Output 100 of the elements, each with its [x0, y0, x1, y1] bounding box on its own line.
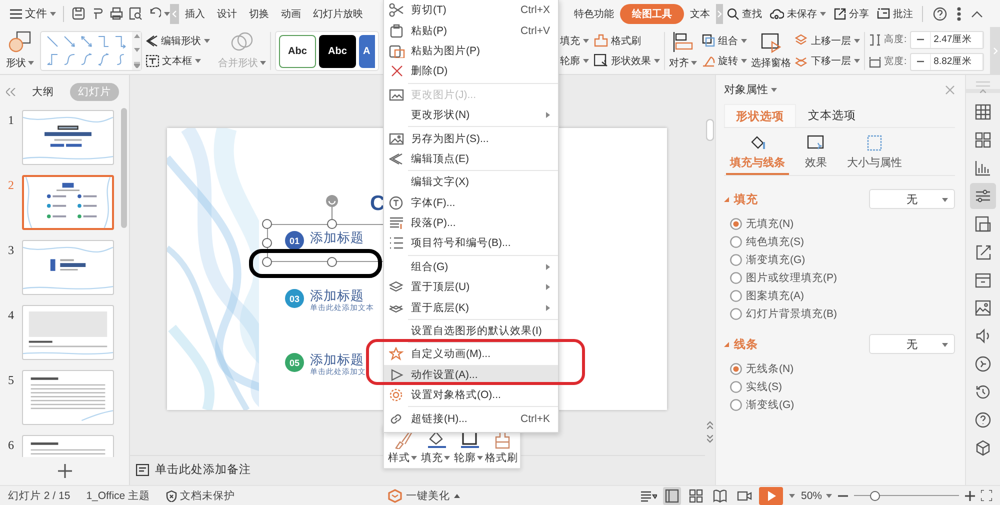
format-painter-button[interactable]: 格式刷 — [594, 34, 660, 48]
zoom-in-icon[interactable] — [965, 490, 975, 500]
radio-option[interactable]: 渐变填充(G) — [730, 253, 955, 267]
height-field[interactable]: 2.47厘米 — [910, 30, 984, 48]
radio-icon[interactable] — [730, 363, 742, 375]
panel-tab[interactable]: 大纲 — [24, 82, 62, 100]
file-menu-button[interactable]: 文件 — [8, 6, 58, 21]
share-button[interactable]: 分享 — [830, 6, 873, 20]
menu-item[interactable]: 置于顶层(U) — [384, 277, 558, 298]
menu-item[interactable]: 段落(P)... — [384, 212, 558, 234]
menu-item[interactable]: 编辑顶点(E) — [384, 148, 558, 170]
fill-button[interactable]: 填充 — [560, 34, 589, 48]
reading-view-icon[interactable] — [710, 486, 729, 504]
shape-effect-button[interactable]: 形状效果 — [594, 54, 660, 68]
radio-option[interactable]: 图片或纹理填充(P) — [730, 271, 955, 285]
sliders-icon[interactable] — [970, 183, 996, 209]
radio-icon[interactable] — [730, 254, 742, 266]
ribbon-tab[interactable]: 特色功能 — [568, 4, 620, 22]
search-button[interactable]: 查找 — [723, 6, 766, 20]
slide-thumbnail[interactable] — [22, 305, 114, 360]
radio-option[interactable]: 幻灯片背景填充(B) — [730, 307, 955, 321]
ribbon-tab[interactable]: 插入 — [179, 4, 211, 22]
zoom-level-button[interactable]: 50% — [800, 490, 832, 502]
radio-icon[interactable] — [730, 272, 742, 284]
radio-option[interactable]: 渐变线(G) — [730, 398, 955, 412]
expand-icon[interactable] — [134, 62, 140, 68]
preview-icon[interactable] — [129, 7, 142, 20]
panel-title[interactable]: 对象属性 — [724, 82, 777, 97]
menu-item[interactable]: 组合(G) — [384, 256, 558, 278]
menu-item[interactable]: 自定义动画(M)... — [384, 344, 558, 365]
property-subtab[interactable]: 大小与属性 — [843, 134, 906, 175]
floating-tool-button[interactable]: 格式刷 — [487, 429, 516, 465]
protection-status[interactable]: 文档未保护 — [166, 488, 236, 502]
radio-option[interactable]: 图案填充(A) — [730, 289, 955, 303]
radio-icon[interactable] — [730, 399, 742, 411]
notes-prompt[interactable]: 单击此处添加备注 — [155, 462, 251, 477]
rotate-button[interactable]: 旋转 — [702, 54, 747, 68]
outline-button[interactable]: 轮廓 — [560, 54, 589, 68]
radio-option[interactable]: 无线条(N) — [730, 362, 955, 376]
comment-button[interactable]: 批注 — [873, 6, 917, 20]
send-backward-button[interactable]: 下移一层 — [795, 54, 860, 68]
scroll-thumb-icon[interactable] — [706, 119, 714, 141]
slide-thumbnail[interactable] — [22, 370, 114, 425]
radio-icon[interactable] — [730, 381, 742, 393]
radio-option[interactable]: 纯色填充(S) — [730, 235, 955, 249]
collapse-panel-icon[interactable] — [6, 88, 16, 96]
scroll-down-icon[interactable] — [134, 48, 140, 52]
save-status-button[interactable]: 未保存 — [766, 6, 830, 20]
menu-item[interactable]: 置于底层(K) — [384, 297, 558, 318]
radio-icon[interactable] — [730, 236, 742, 248]
save-icon[interactable] — [72, 7, 85, 20]
ribbon-tab[interactable]: 设计 — [211, 4, 243, 22]
slide-thumbnail[interactable] — [22, 110, 114, 165]
menu-item[interactable]: 设置自选图形的默认效果(I) — [384, 320, 558, 342]
undo-icon[interactable] — [148, 7, 161, 20]
grip-icon[interactable] — [976, 81, 990, 87]
style-swatch[interactable]: Abc — [279, 34, 316, 68]
resize-handle[interactable] — [327, 257, 337, 267]
page-up-icon[interactable] — [707, 421, 713, 429]
slide-thumbnail[interactable] — [22, 240, 114, 295]
bring-forward-button[interactable]: 上移一层 — [795, 34, 860, 48]
slide-sorter-icon[interactable] — [686, 486, 705, 504]
hook-icon[interactable] — [91, 7, 104, 20]
style-swatch[interactable]: Abc — [319, 34, 356, 68]
minus-icon[interactable] — [916, 36, 924, 43]
page-down-icon[interactable] — [707, 435, 713, 443]
align-button[interactable]: 对齐 — [669, 31, 697, 70]
width-field[interactable]: 8.82厘米 — [910, 52, 984, 70]
menu-item[interactable]: 超链接(H)... Ctrl+K — [384, 408, 558, 429]
radio-icon[interactable] — [730, 308, 742, 320]
radio-icon[interactable] — [730, 290, 742, 302]
menu-item[interactable]: 剪切(T) Ctrl+X — [384, 0, 558, 20]
shape-button[interactable]: 形状 — [6, 31, 34, 70]
menu-item[interactable]: 粘贴(P) Ctrl+V — [384, 20, 558, 41]
radio-option[interactable]: 无填充(N) — [730, 217, 955, 231]
collapse-icon[interactable] — [971, 10, 983, 18]
edit-shape-button[interactable]: 编辑形状 — [146, 34, 210, 48]
menu-item[interactable]: 另存为图片(S)... — [384, 128, 558, 149]
selection-pane-button[interactable]: 选择窗格 — [751, 31, 791, 70]
floating-tool-button[interactable]: 样式 — [388, 429, 417, 465]
minus-icon[interactable] — [916, 58, 924, 65]
add-slide-icon[interactable] — [58, 464, 72, 478]
ribbon-tab[interactable]: 切换 — [243, 4, 275, 22]
help-icon[interactable] — [933, 6, 947, 20]
rotate-handle[interactable] — [325, 195, 339, 219]
scrollbar-drawing[interactable] — [120, 108, 128, 228]
play-slideshow-icon[interactable] — [758, 486, 783, 504]
style-swatch[interactable]: A — [359, 34, 375, 68]
options-tab[interactable]: 文本选项 — [796, 104, 868, 127]
radio-option[interactable]: 实线(S) — [730, 380, 955, 394]
group-button[interactable]: 组合 — [702, 34, 747, 48]
beautify-button[interactable]: 一键美化 — [388, 488, 460, 502]
resize-handle[interactable] — [327, 219, 337, 229]
scroll-up-icon[interactable] — [134, 34, 140, 38]
normal-view-icon[interactable] — [662, 486, 681, 504]
dropdown[interactable]: 无 — [869, 334, 955, 354]
menu-item[interactable]: 设置对象格式(O)... — [384, 385, 558, 406]
menu-item[interactable]: 更改形状(N) — [384, 104, 558, 126]
menu-item[interactable]: 项目符号和编号(B)... — [384, 233, 558, 254]
menu-item[interactable]: 粘贴为图片(P) — [384, 40, 558, 62]
